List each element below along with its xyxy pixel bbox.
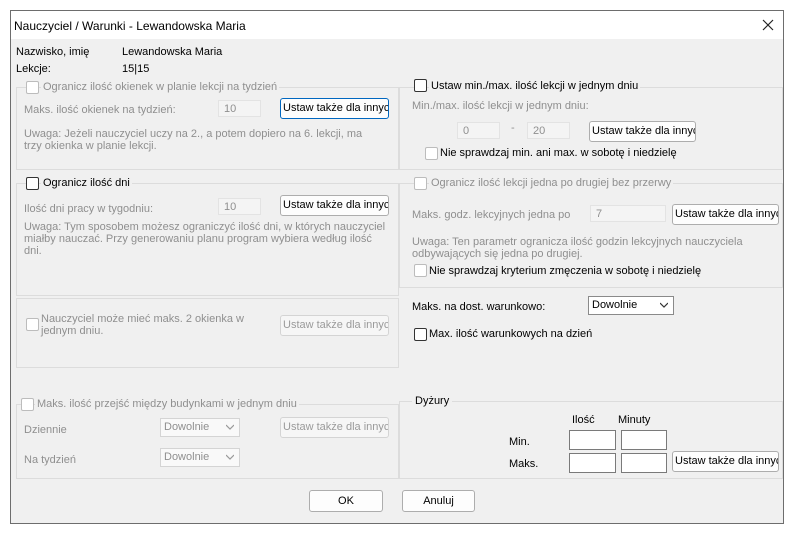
- lessons-label: Lekcje:: [16, 63, 51, 75]
- consecutive-note: Uwaga: Ten parametr ogranicza ilość godz…: [412, 236, 743, 260]
- buildings-checkbox[interactable]: [21, 398, 34, 411]
- window-title: Nauczyciel / Warunki - Lewandowska Maria: [14, 19, 246, 33]
- duty-count-header: Ilość: [572, 414, 595, 426]
- fatigue-label: Nie sprawdzaj kryterium zmęczenia w sobo…: [429, 265, 702, 277]
- minmax-checkbox[interactable]: [414, 79, 427, 92]
- consecutive-set-others-button[interactable]: Ustaw także dla innych: [672, 204, 779, 225]
- close-icon[interactable]: [759, 16, 777, 34]
- gaps-note: Uwaga: Jeżeli nauczyciel uczy na 2., a p…: [24, 128, 363, 152]
- dialog-window: Nauczyciel / Warunki - Lewandowska Maria…: [10, 10, 784, 524]
- chevron-down-icon: [660, 302, 668, 308]
- minmax-dash: -: [511, 122, 515, 134]
- buildings-weekly-value: Dowolnie: [164, 451, 210, 463]
- chevron-down-icon: [226, 424, 234, 430]
- buildings-checkbox-label: Maks. ilość przejść między budynkami w j…: [35, 398, 299, 410]
- gaps-max-field[interactable]: 10: [218, 100, 261, 117]
- two-gaps-checkbox[interactable]: [26, 318, 39, 331]
- buildings-daily-select[interactable]: Dowolnie: [160, 418, 240, 437]
- duty-min-count-field[interactable]: [569, 430, 616, 450]
- days-checkbox[interactable]: [26, 177, 39, 190]
- name-value: Lewandowska Maria: [122, 46, 223, 58]
- chevron-down-icon: [226, 454, 234, 460]
- minmax-max-field[interactable]: 20: [527, 122, 570, 139]
- buildings-weekly-select[interactable]: Dowolnie: [160, 448, 240, 467]
- duty-max-label: Maks.: [509, 458, 539, 470]
- consecutive-label: Maks. godz. lekcyjnych jedna po: [412, 209, 571, 221]
- buildings-set-others-button[interactable]: Ustaw także dla innych: [280, 417, 389, 438]
- duty-set-others-button[interactable]: Ustaw także dla innych: [672, 451, 779, 472]
- conditional-select-value: Dowolnie: [592, 299, 638, 311]
- gaps-set-others-button[interactable]: Ustaw także dla innych: [280, 98, 389, 119]
- days-set-others-button[interactable]: Ustaw także dla innych: [280, 195, 389, 216]
- duty-min-label: Min.: [509, 436, 530, 448]
- buildings-daily-label: Dziennie: [24, 424, 67, 436]
- buildings-weekly-label: Na tydzień: [24, 454, 76, 466]
- consecutive-field[interactable]: 7: [590, 205, 666, 222]
- buildings-group: [16, 404, 399, 479]
- minmax-checkbox-label: Ustaw min./max. ilość lekcji w jednym dn…: [429, 80, 641, 92]
- days-checkbox-label: Ogranicz ilość dni: [41, 177, 132, 189]
- minmax-weekend-checkbox[interactable]: [425, 147, 438, 160]
- conditional-max-checkbox[interactable]: [414, 328, 427, 341]
- days-label: Ilość dni pracy w tygodniu:: [24, 203, 154, 215]
- days-note: Uwaga: Tym sposobem możesz ograniczyć il…: [24, 221, 386, 257]
- fatigue-checkbox[interactable]: [414, 264, 427, 277]
- duty-minutes-header: Minuty: [618, 414, 651, 426]
- duty-max-minutes-field[interactable]: [621, 453, 667, 473]
- two-gaps-label: Nauczyciel może mieć maks. 2 okienka w j…: [41, 313, 244, 337]
- duty-min-minutes-field[interactable]: [621, 430, 667, 450]
- minmax-weekend-label: Nie sprawdzaj min. ani max. w sobotę i n…: [440, 147, 677, 159]
- duty-title: Dyżury: [412, 395, 453, 407]
- conditional-select[interactable]: Dowolnie: [588, 296, 674, 315]
- two-gaps-set-others-button[interactable]: Ustaw także dla innych: [280, 315, 389, 336]
- gaps-checkbox-label: Ogranicz ilość okienek w planie lekcji n…: [41, 81, 280, 93]
- title-bar: Nauczyciel / Warunki - Lewandowska Maria: [11, 11, 783, 39]
- lessons-value: 15|15: [122, 63, 150, 75]
- minmax-min-field[interactable]: 0: [457, 122, 500, 139]
- consecutive-checkbox-label: Ogranicz ilość lekcji jedna po drugiej b…: [429, 177, 674, 189]
- conditional-label: Maks. na dost. warunkowo:: [412, 301, 546, 313]
- minmax-label: Min./max. ilość lekcji w jednym dniu:: [412, 100, 589, 112]
- duty-max-count-field[interactable]: [569, 453, 616, 473]
- gaps-max-label: Maks. ilość okienek na tydzień:: [24, 104, 176, 116]
- ok-button[interactable]: OK: [309, 490, 383, 512]
- gaps-checkbox[interactable]: [26, 81, 39, 94]
- days-field[interactable]: 10: [218, 198, 261, 215]
- conditional-max-label: Max. ilość warunkowych na dzień: [429, 328, 593, 340]
- consecutive-checkbox[interactable]: [414, 177, 427, 190]
- cancel-button[interactable]: Anuluj: [402, 490, 475, 512]
- buildings-daily-value: Dowolnie: [164, 421, 210, 433]
- minmax-set-others-button[interactable]: Ustaw także dla innych: [589, 121, 696, 142]
- name-label: Nazwisko, imię: [16, 46, 90, 58]
